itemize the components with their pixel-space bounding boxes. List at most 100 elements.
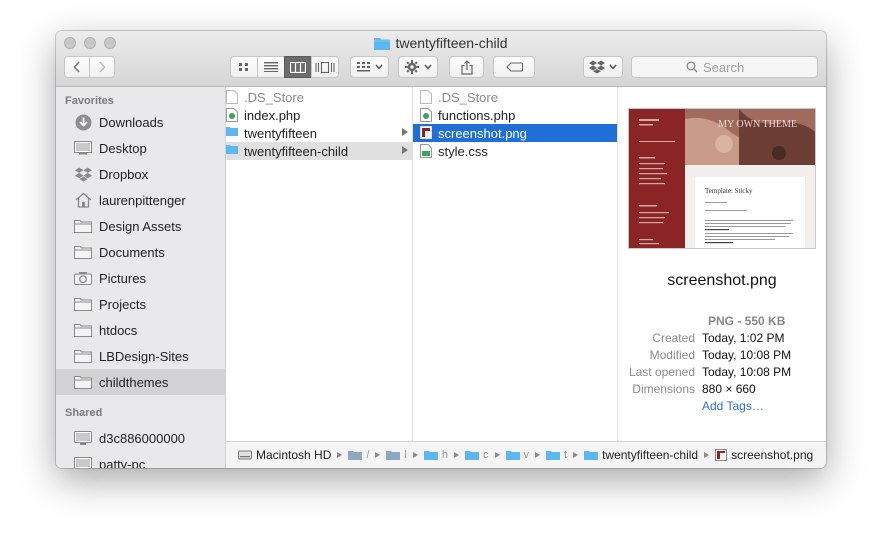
preview-metadata: Created Today, 1:02 PM Modified Today, 10:0… <box>618 331 826 416</box>
meta-value: Today, 10:08 PM <box>702 348 792 362</box>
meta-value: Today, 1:02 PM <box>702 331 785 345</box>
camera-icon <box>74 270 92 286</box>
folder-icon <box>74 348 92 364</box>
meta-row-dimensions: Dimensions 880 × 660 <box>618 382 826 399</box>
sidebar-item-label: Dropbox <box>99 166 149 182</box>
sidebar-shared-patty-pc[interactable]: patty-pc <box>56 451 225 468</box>
sidebar-item-label: Downloads <box>99 114 164 130</box>
folder-icon <box>74 322 92 338</box>
forward-button[interactable] <box>89 56 115 78</box>
search-input[interactable] <box>703 59 763 75</box>
document-icon <box>420 90 432 104</box>
list-view-button[interactable] <box>257 56 285 78</box>
sidebar-item-label: Projects <box>99 296 146 312</box>
columns-icon <box>290 61 306 73</box>
path-separator <box>375 452 381 458</box>
dropbox-icon <box>589 60 605 74</box>
file-row-index-php[interactable]: index.php <box>226 106 412 124</box>
preview-file-kind: PNG - 550 KB <box>708 314 786 328</box>
sidebar-item-dropbox[interactable]: Dropbox <box>56 161 225 187</box>
desktop-icon <box>74 140 92 156</box>
folder-icon <box>74 296 92 312</box>
arrange-button[interactable] <box>350 56 389 78</box>
file-name-label: style.css <box>438 143 488 159</box>
file-row-style-css[interactable]: style.css <box>413 142 617 160</box>
sidebar-item-label: Desktop <box>99 140 147 156</box>
path-collapsed-label: h <box>441 449 448 461</box>
path-item-collapsed[interactable]: v <box>505 449 530 461</box>
sidebar-item-design-assets[interactable]: Design Assets <box>56 213 225 239</box>
file-row-ds-store[interactable]: .DS_Store <box>226 88 412 106</box>
sidebar-item-childthemes[interactable]: childthemes <box>56 369 225 395</box>
grid-icon <box>239 63 248 71</box>
sidebar-item-label: Design Assets <box>99 218 182 234</box>
meta-key: Created <box>652 331 695 345</box>
share-button[interactable] <box>449 56 484 78</box>
back-button[interactable] <box>64 56 90 78</box>
path-item-collapsed[interactable]: t <box>546 449 567 461</box>
path-current-folder-label: twentyfifteen-child <box>602 448 699 462</box>
meta-row-modified: Modified Today, 10:08 PM <box>618 348 826 365</box>
hard-drive-icon <box>238 449 252 461</box>
view-mode-control <box>230 56 339 78</box>
path-separator <box>535 452 540 458</box>
file-row-functions-php[interactable]: functions.php <box>413 106 617 124</box>
folder-icon <box>348 449 363 461</box>
column-view-button[interactable] <box>284 56 312 78</box>
path-item-collapsed[interactable]: / <box>348 449 369 461</box>
path-item-collapsed[interactable]: c <box>465 449 489 461</box>
sidebar-item-htdocs[interactable]: htdocs <box>56 317 225 343</box>
list-icon <box>264 62 278 72</box>
file-row-screenshot-png[interactable]: screenshot.png <box>413 124 617 142</box>
sidebar-item-label: LBDesign-Sites <box>99 348 189 364</box>
sidebar-item-pictures[interactable]: Pictures <box>56 265 225 291</box>
path-collapsed-label: l <box>404 449 407 461</box>
path-root-label: Macintosh HD <box>256 448 332 462</box>
file-row-ds-store[interactable]: .DS_Store <box>413 88 617 106</box>
path-separator <box>573 452 579 458</box>
file-row-twentyfifteen-child[interactable]: twentyfifteen-child <box>226 142 412 160</box>
screenshot-thumbnail: MY OWN THEME Template: Sticky <box>628 108 816 249</box>
php-file-icon <box>420 108 432 122</box>
path-item-root[interactable]: Macintosh HD <box>238 448 331 462</box>
folder-icon <box>584 449 599 461</box>
sidebar-shared-d3c886000000[interactable]: d3c886000000 <box>56 425 225 451</box>
favorites-heading: Favorites <box>65 95 114 107</box>
sidebar-item-projects[interactable]: Projects <box>56 291 225 317</box>
path-collapsed-label: v <box>523 449 530 461</box>
path-collapsed-items: / l h c v t <box>348 449 584 461</box>
file-name-label: twentyfifteen-child <box>244 143 349 159</box>
path-item-current-file[interactable]: screenshot.png <box>715 448 813 462</box>
path-item-collapsed[interactable]: l <box>386 449 407 461</box>
file-name-label: twentyfifteen <box>244 125 317 141</box>
path-item-collapsed[interactable]: h <box>423 449 448 461</box>
sidebar-item-label: patty-pc <box>99 456 146 469</box>
dropbox-button[interactable] <box>583 56 623 78</box>
path-separator <box>704 452 710 458</box>
sidebar-item-label: laurenpittenger <box>99 192 186 208</box>
file-row-twentyfifteen[interactable]: twentyfifteen <box>226 124 412 142</box>
sidebar-item-desktop[interactable]: Desktop <box>56 135 225 161</box>
icon-view-button[interactable] <box>230 56 258 78</box>
dropbox-icon <box>74 166 92 182</box>
path-separator <box>337 452 343 458</box>
action-button[interactable] <box>398 56 438 78</box>
folder-icon <box>226 126 238 140</box>
column-1: .DS_Store index.php twentyfifteen twentyfif… <box>226 87 413 441</box>
meta-value: Today, 10:08 PM <box>702 365 792 379</box>
sidebar-item-laurenpittenger[interactable]: laurenpittenger <box>56 187 225 213</box>
search-field[interactable] <box>631 56 818 78</box>
sidebar-item-lbdesign-sites[interactable]: LBDesign-Sites <box>56 343 225 369</box>
sidebar-item-documents[interactable]: Documents <box>56 239 225 265</box>
path-separator <box>454 452 459 458</box>
chevron-down-icon <box>374 64 383 70</box>
computer-icon <box>74 456 92 468</box>
sidebar-item-downloads[interactable]: Downloads <box>56 109 225 135</box>
shared-heading: Shared <box>65 407 103 419</box>
add-tags-link[interactable]: Add Tags… <box>702 399 764 416</box>
window-title: twentyfifteen-child <box>56 35 826 53</box>
folder-icon <box>374 37 391 53</box>
path-item-current-folder[interactable]: twentyfifteen-child <box>584 448 698 462</box>
edit-tags-button[interactable] <box>493 56 535 78</box>
cover-flow-button[interactable] <box>311 56 339 78</box>
